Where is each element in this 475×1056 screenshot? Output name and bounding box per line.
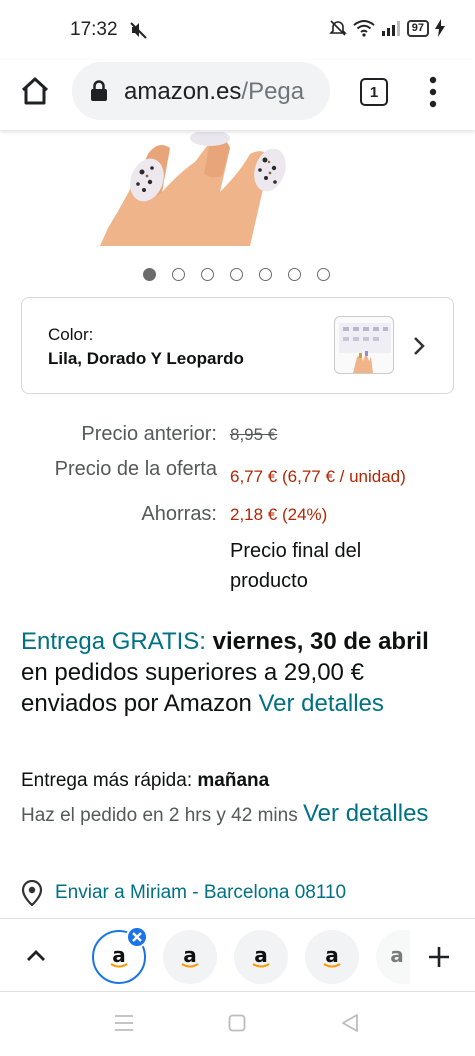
carousel-dot[interactable] xyxy=(259,268,272,281)
savings-label: Ahorras: xyxy=(141,503,217,525)
status-bar: 17:32 97 xyxy=(0,0,475,60)
amazon-logo-icon: a xyxy=(250,944,272,970)
chevron-right-icon xyxy=(414,337,425,355)
image-carousel-dots xyxy=(0,268,475,281)
system-nav-bar xyxy=(0,993,475,1056)
offer-price-label: Precio de la oferta xyxy=(54,458,217,480)
savings-value: 2,18 € (24%) xyxy=(230,505,328,524)
color-label: Color: xyxy=(48,325,94,344)
tab-amazon-3[interactable]: a xyxy=(234,930,288,984)
tab-amazon-5-partial[interactable]: a xyxy=(376,930,410,984)
amazon-smile-icon xyxy=(252,963,270,968)
tab-strip: a a a a a xyxy=(0,918,475,992)
color-value: Lila, Dorado Y Leopardo xyxy=(48,349,244,368)
carousel-dot[interactable] xyxy=(288,268,301,281)
alarm-off-icon xyxy=(328,20,347,36)
fast-delivery: Entrega más rápida: mañana xyxy=(21,770,269,792)
home-icon[interactable] xyxy=(18,74,52,108)
ship-to-location[interactable]: Enviar a Miriam - Barcelona 08110 xyxy=(21,880,346,906)
offer-price-value: 6,77 € (6,77 € / unidad) xyxy=(230,467,406,486)
browser-toolbar: amazon.es/Pega 1 xyxy=(0,60,475,130)
menu-dots-icon[interactable] xyxy=(425,75,441,109)
carousel-dot[interactable] xyxy=(201,268,214,281)
carousel-dot[interactable] xyxy=(172,268,185,281)
battery-icon: 97 xyxy=(406,19,429,37)
order-countdown: Haz el pedido en 2 hrs y 42 mins Ver det… xyxy=(21,798,451,831)
fast-delivery-value: mañana xyxy=(197,770,270,791)
charging-icon xyxy=(435,19,445,37)
final-price-note: Precio final del producto xyxy=(230,540,362,592)
url-bar[interactable]: amazon.es/Pega xyxy=(72,62,330,120)
lock-icon xyxy=(91,80,107,101)
home-nav-icon[interactable] xyxy=(228,1014,246,1032)
amazon-smile-icon xyxy=(323,963,341,968)
wifi-icon xyxy=(353,20,375,37)
color-thumbnail xyxy=(334,316,394,374)
amazon-smile-icon xyxy=(181,963,199,968)
tab-switcher-button[interactable]: 1 xyxy=(360,78,388,106)
tab-amazon-4[interactable]: a xyxy=(305,930,359,984)
delivery-info: Entrega GRATIS: viernes, 30 de abril en … xyxy=(21,626,451,719)
color-swatch-image xyxy=(339,323,391,373)
back-nav-icon[interactable] xyxy=(340,1013,360,1033)
previous-price-value: 8,95 € xyxy=(230,425,278,444)
delivery-details-link[interactable]: Ver detalles xyxy=(258,690,383,717)
status-icons: 97 xyxy=(328,19,445,37)
delivery-date: viernes, 30 de abril xyxy=(212,628,429,655)
amazon-smile-icon xyxy=(110,963,128,968)
ship-to-text: Enviar a Miriam - Barcelona 08110 xyxy=(55,882,347,903)
url-path: /Pega xyxy=(241,78,305,105)
previous-price-label: Precio anterior: xyxy=(81,423,217,445)
amazon-logo-icon: a xyxy=(386,944,408,970)
amazon-logo-letter: a xyxy=(390,943,404,967)
signal-icon xyxy=(381,21,400,36)
free-delivery-label: Entrega GRATIS: xyxy=(21,628,206,655)
amazon-logo-icon: a xyxy=(108,944,130,970)
chevron-up-icon[interactable] xyxy=(25,947,47,963)
product-photo-nails xyxy=(100,132,300,246)
recent-apps-icon[interactable] xyxy=(114,1014,134,1032)
url-text: amazon.es/Pega xyxy=(124,78,304,106)
fast-delivery-label: Entrega más rápida: xyxy=(21,770,193,791)
url-domain: amazon.es xyxy=(124,78,242,105)
close-tab-button[interactable] xyxy=(126,926,148,948)
status-time: 17:32 xyxy=(70,19,118,40)
location-pin-icon xyxy=(21,880,43,906)
order-details-link[interactable]: Ver detalles xyxy=(303,800,428,827)
close-icon xyxy=(132,932,142,942)
carousel-dot[interactable] xyxy=(143,268,156,281)
amazon-logo-icon: a xyxy=(179,944,201,970)
tab-amazon-2[interactable]: a xyxy=(163,930,217,984)
carousel-dot[interactable] xyxy=(317,268,330,281)
color-selector[interactable]: Color: Lila, Dorado Y Leopardo xyxy=(21,297,454,394)
product-image[interactable] xyxy=(100,132,300,246)
tab-amazon-active[interactable]: a xyxy=(92,926,148,984)
carousel-dot[interactable] xyxy=(230,268,243,281)
amazon-logo-icon: a xyxy=(321,944,343,970)
mute-icon xyxy=(130,22,147,39)
new-tab-plus-icon[interactable] xyxy=(428,946,450,968)
order-countdown-text: Haz el pedido en 2 hrs y 42 mins xyxy=(21,805,298,826)
